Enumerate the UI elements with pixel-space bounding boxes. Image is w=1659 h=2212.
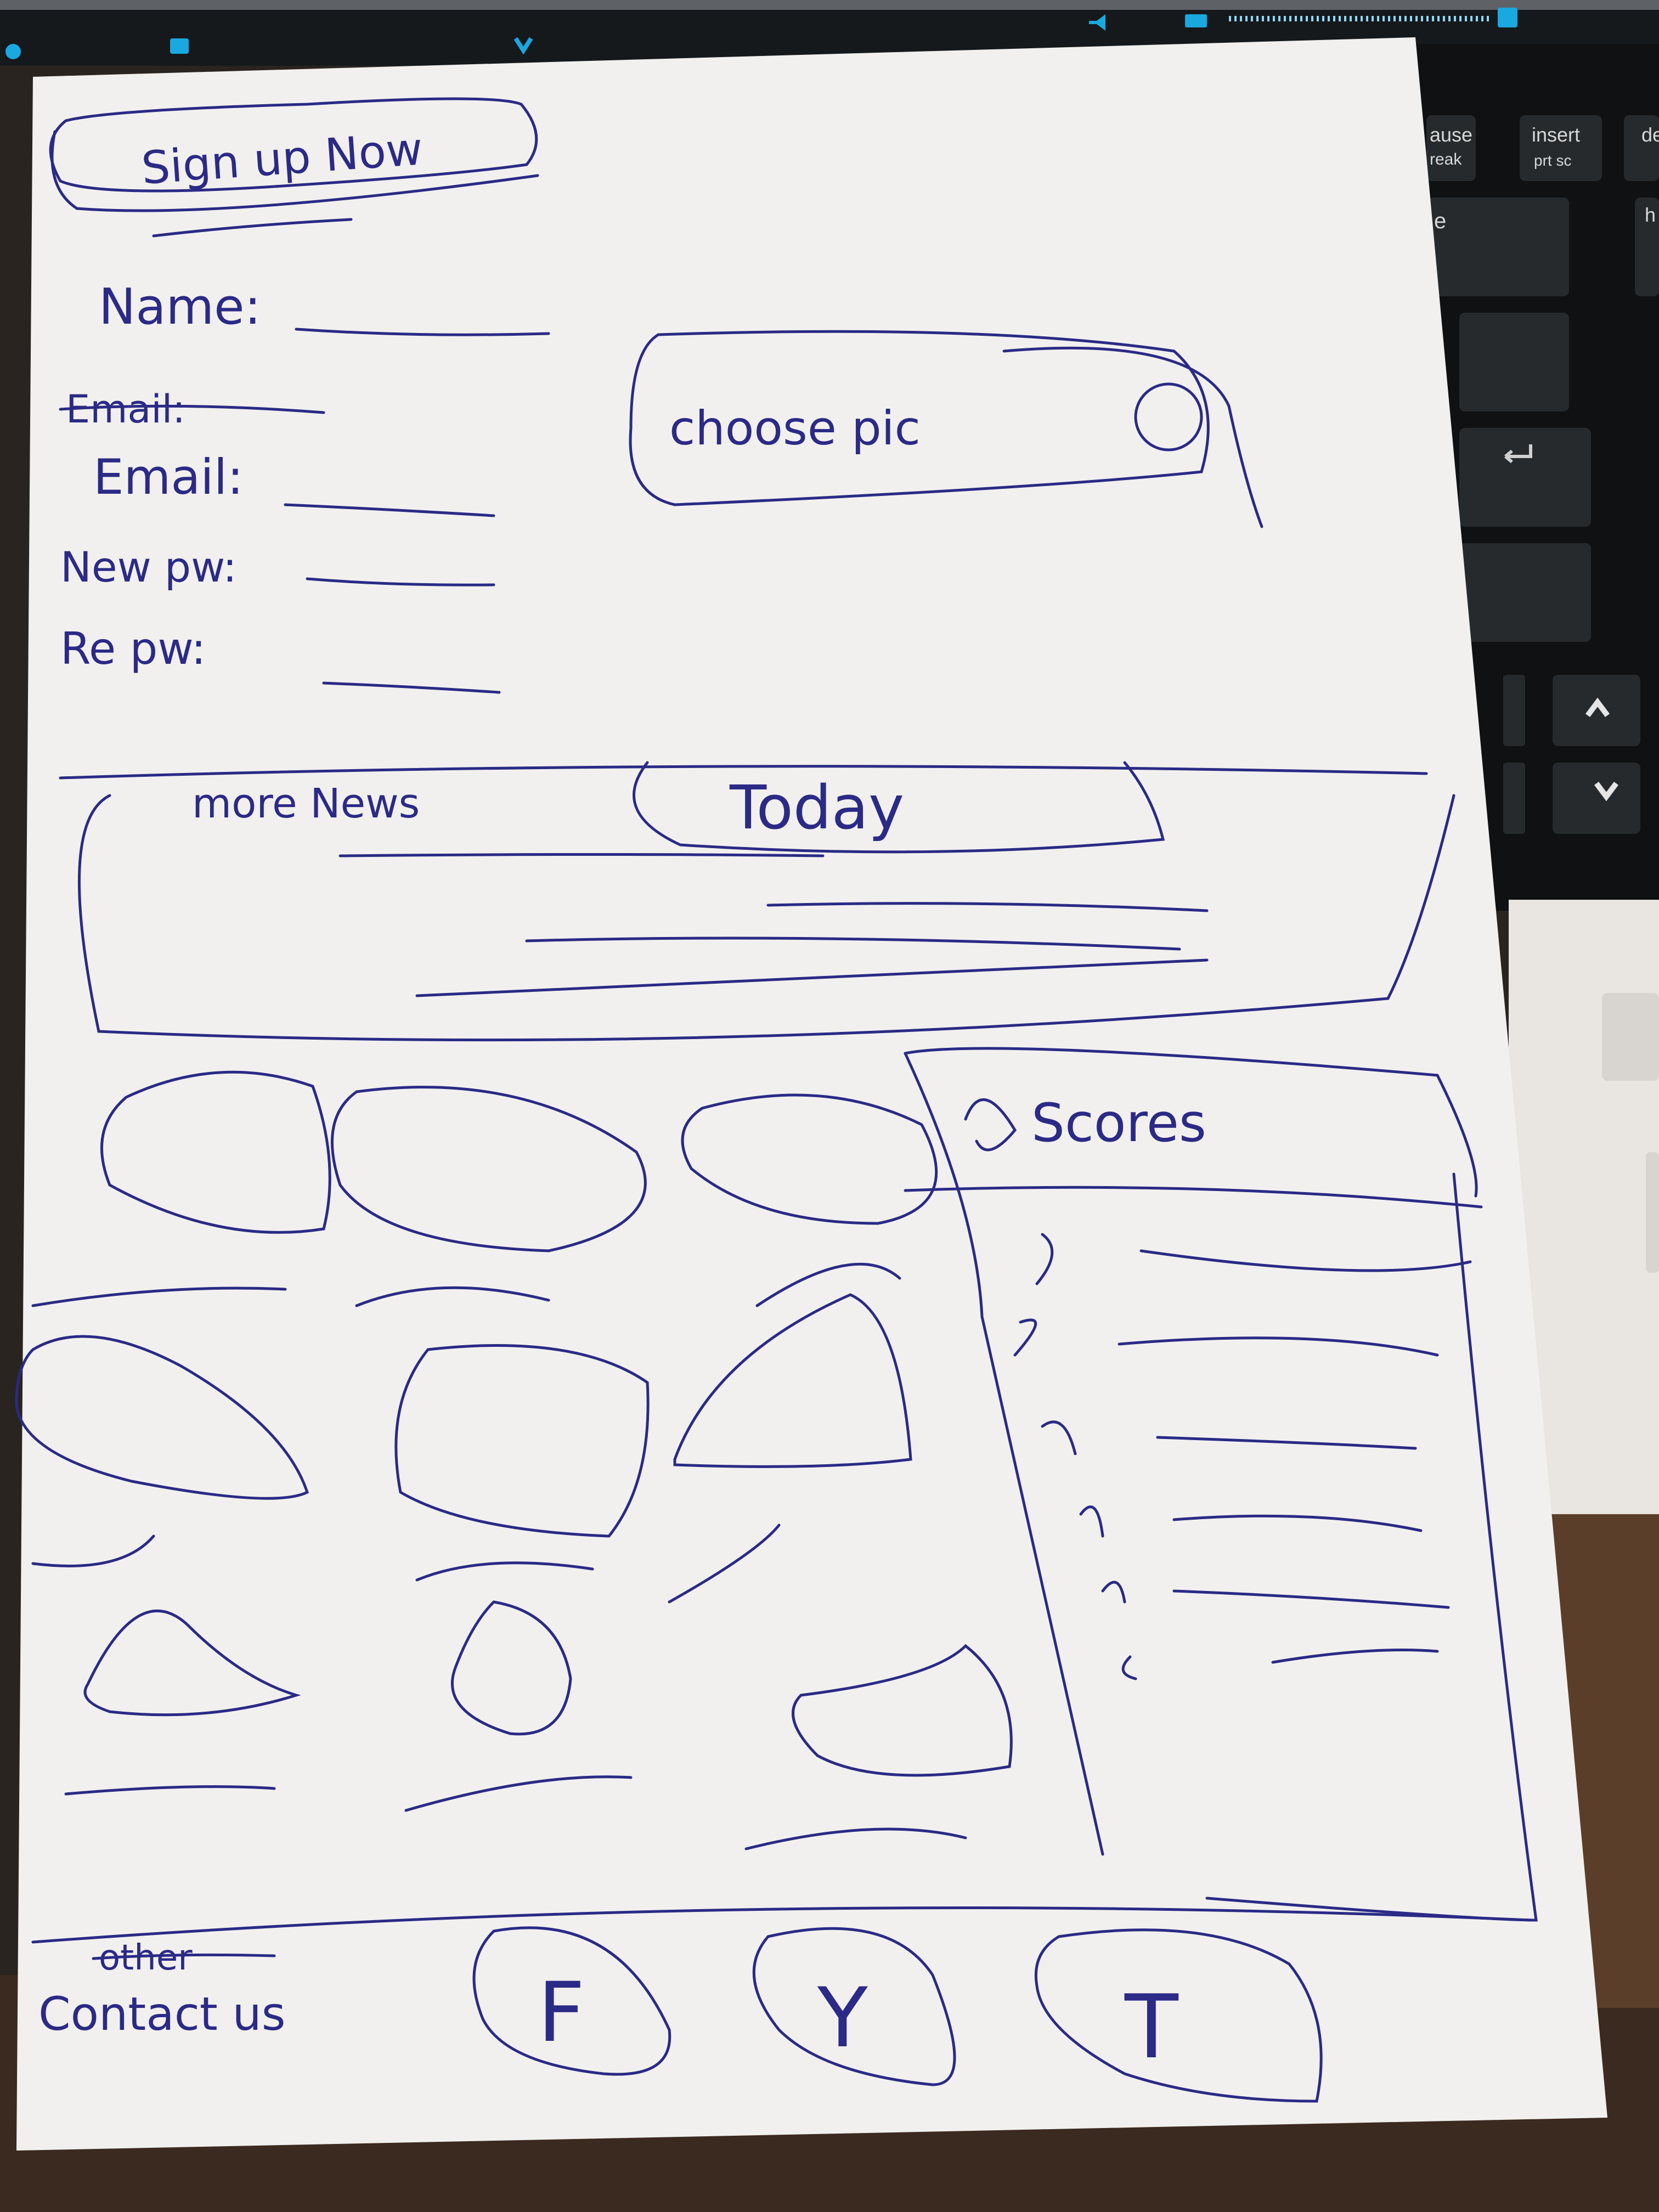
choose-pic-label: choose pic xyxy=(669,401,921,456)
key-pause-bottom: reak xyxy=(1430,150,1462,168)
key-blank-2[interactable] xyxy=(1459,543,1591,642)
today-tab-label: Today xyxy=(729,772,904,843)
facebook-button-label: F xyxy=(538,1965,585,2061)
key-e[interactable] xyxy=(1426,198,1569,296)
name-label: Name: xyxy=(99,278,261,336)
key-insert-top: insert xyxy=(1532,123,1580,146)
youtube-button-label: Y xyxy=(817,1971,868,2066)
twitter-button-label: T xyxy=(1124,1976,1179,2078)
tray-icon[interactable] xyxy=(1498,8,1517,27)
photo-scene: ause reak insert prt sc de e h Sign up N… xyxy=(0,0,1659,2212)
key-enter[interactable] xyxy=(1459,428,1591,527)
battery-icon[interactable] xyxy=(1185,14,1207,27)
power-icon[interactable] xyxy=(5,44,21,59)
news-title: more News xyxy=(192,780,420,827)
scores-title: Scores xyxy=(1031,1092,1206,1154)
paper-sheet xyxy=(16,37,1607,2151)
news-line xyxy=(338,853,825,857)
new-password-label: New pw: xyxy=(60,543,237,591)
key-up[interactable] xyxy=(1553,675,1640,746)
sticker xyxy=(1602,993,1659,1081)
key-pause-top: ause xyxy=(1430,123,1472,146)
key-blank-1[interactable] xyxy=(1459,313,1569,411)
key-delete-top: de xyxy=(1641,123,1659,146)
key-insert-bottom: prt sc xyxy=(1534,152,1571,169)
email-label: Email: xyxy=(93,449,244,505)
key-h-label: h xyxy=(1645,204,1656,226)
key-e-label: e xyxy=(1434,209,1446,233)
monitor-icon[interactable] xyxy=(170,38,189,54)
key-down[interactable] xyxy=(1553,763,1640,834)
contact-us-label: Contact us xyxy=(38,1987,286,2041)
repeat-password-label: Re pw: xyxy=(60,623,206,674)
